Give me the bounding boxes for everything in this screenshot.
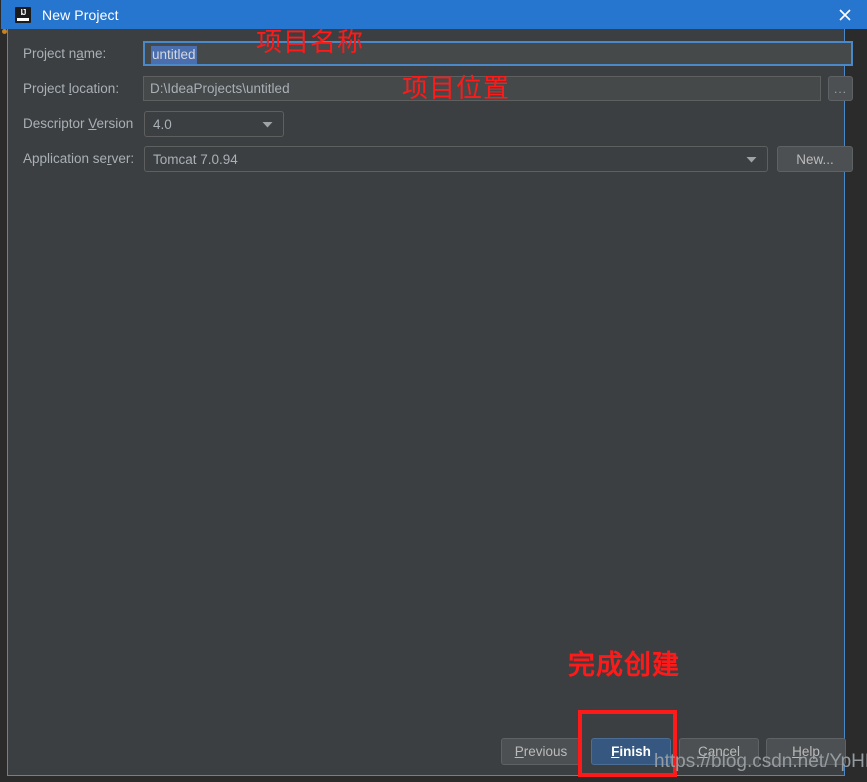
browse-location-button-label: ... bbox=[833, 81, 847, 96]
intellij-idea-icon-bar bbox=[17, 17, 29, 21]
watermark-text: https://blog.csdn.net/YpHDM bbox=[654, 751, 867, 772]
chevron-down-icon bbox=[257, 121, 277, 128]
project-location-label-post: ocation: bbox=[71, 81, 120, 96]
annotation-project-location: 项目位置 bbox=[402, 74, 511, 104]
chevron-down-icon bbox=[741, 156, 761, 163]
application-server-label-pre: Application se bbox=[23, 151, 108, 166]
descriptor-version-value: 4.0 bbox=[153, 116, 172, 132]
browse-location-button[interactable]: ... bbox=[828, 76, 853, 101]
previous-button-label: Previous bbox=[514, 744, 568, 759]
application-server-label-post: ver: bbox=[111, 151, 135, 166]
project-name-label-mnemonic: a bbox=[76, 46, 84, 61]
window-title: New Project bbox=[42, 6, 119, 23]
project-location-label: Project location: bbox=[23, 81, 119, 96]
new-project-dialog: IJ New Project Project name: untitled Pr… bbox=[1, 0, 867, 776]
window-edge-marker bbox=[2, 29, 7, 34]
close-icon bbox=[839, 8, 851, 21]
annotation-project-name: 项目名称 bbox=[256, 28, 365, 58]
descriptor-version-label-mnemonic: V bbox=[88, 116, 97, 131]
annotation-finish-create: 完成创建 bbox=[568, 650, 680, 681]
project-settings-form: Project name: untitled Project location:… bbox=[8, 29, 853, 775]
project-name-label-post: me: bbox=[83, 46, 107, 61]
application-server-select[interactable]: Tomcat 7.0.94 bbox=[144, 146, 768, 172]
descriptor-version-label-pre: Descriptor bbox=[23, 116, 89, 131]
close-button[interactable] bbox=[822, 0, 867, 29]
project-name-input[interactable]: untitled bbox=[143, 41, 853, 66]
application-server-value: Tomcat 7.0.94 bbox=[153, 151, 238, 167]
project-name-label-pre: Project n bbox=[23, 46, 77, 61]
descriptor-version-label-post: ersion bbox=[96, 116, 134, 131]
project-location-value: D:\IdeaProjects\untitled bbox=[150, 81, 290, 96]
project-location-label-pre: Project bbox=[23, 81, 69, 96]
application-server-label: Application server: bbox=[23, 151, 134, 166]
project-name-label: Project name: bbox=[23, 46, 106, 61]
new-application-server-button[interactable]: New... bbox=[777, 146, 853, 172]
descriptor-version-label: Descriptor Version bbox=[23, 116, 133, 131]
previous-button[interactable]: Previous bbox=[501, 738, 581, 765]
intellij-idea-icon-letters: IJ bbox=[20, 7, 27, 17]
dialog-titlebar: IJ New Project bbox=[1, 0, 867, 29]
new-application-server-button-label: New... bbox=[796, 151, 834, 167]
intellij-idea-icon: IJ bbox=[15, 6, 31, 23]
descriptor-version-select[interactable]: 4.0 bbox=[144, 111, 284, 137]
project-name-value: untitled bbox=[151, 46, 197, 64]
